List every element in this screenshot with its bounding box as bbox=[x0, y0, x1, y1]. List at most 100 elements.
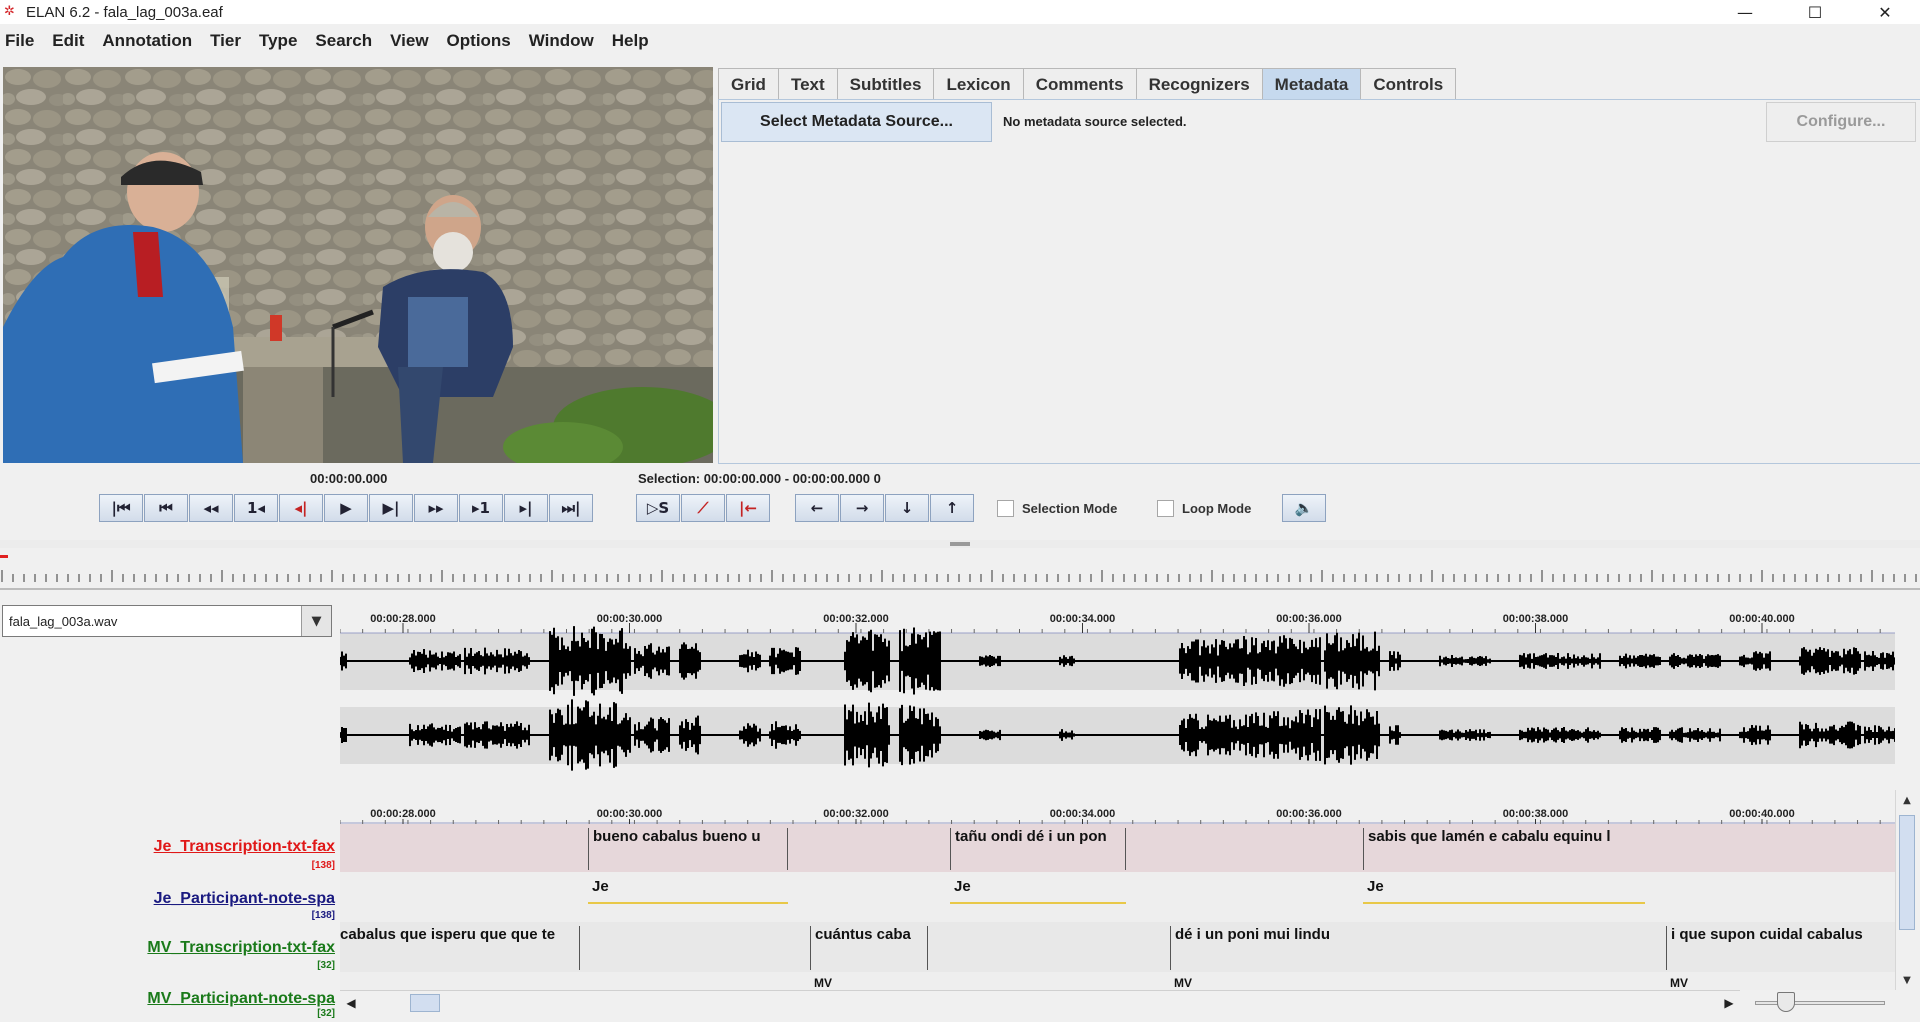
tier-label-mv-transcription[interactable]: MV_Transcription-txt-fax bbox=[147, 939, 335, 957]
select-metadata-source-button[interactable]: Select Metadata Source... bbox=[721, 102, 992, 142]
video-viewer[interactable] bbox=[3, 67, 713, 463]
tab-text[interactable]: Text bbox=[777, 68, 838, 100]
previous-annotation-icon[interactable]: ← bbox=[795, 494, 839, 522]
tab-strip: Grid Text Subtitles Lexicon Comments Rec… bbox=[718, 64, 1457, 100]
previous-scrollview-icon[interactable]: ⏮ bbox=[144, 494, 188, 522]
annotation[interactable]: MV bbox=[1170, 976, 1370, 990]
ruler-label: 00:00:38.000 bbox=[1503, 808, 1568, 820]
menu-file[interactable]: File bbox=[0, 31, 40, 51]
annotation[interactable]: Je bbox=[588, 878, 788, 904]
menu-help[interactable]: Help bbox=[606, 31, 655, 51]
next-frame-icon[interactable]: ▸▸ bbox=[414, 494, 458, 522]
scroll-down-icon[interactable]: ▼ bbox=[1899, 972, 1915, 988]
overview-ruler[interactable] bbox=[0, 566, 1920, 590]
minimize-icon[interactable]: — bbox=[1710, 0, 1780, 24]
ruler-label: 00:00:32.000 bbox=[823, 808, 888, 820]
menu-type[interactable]: Type bbox=[253, 31, 303, 51]
menu-view[interactable]: View bbox=[384, 31, 434, 51]
go-to-begin-icon[interactable]: |⏮ bbox=[99, 494, 143, 522]
configure-button[interactable]: Configure... bbox=[1766, 102, 1916, 142]
maximize-icon[interactable]: ☐ bbox=[1780, 0, 1850, 24]
splitter-grip[interactable] bbox=[950, 542, 970, 546]
previous-frame-icon[interactable]: 1◂ bbox=[234, 494, 278, 522]
zoom-slider[interactable] bbox=[1755, 990, 1885, 1014]
previous-second-icon[interactable]: ◂◂ bbox=[189, 494, 233, 522]
annotation[interactable]: bueno cabalus bueno u bbox=[588, 828, 788, 870]
selection-display: Selection: 00:00:00.000 - 00:00:00.000 0 bbox=[638, 471, 881, 486]
zoom-knob[interactable] bbox=[1777, 992, 1795, 1012]
next-pixel-icon[interactable]: ▶| bbox=[369, 494, 413, 522]
tab-metadata[interactable]: Metadata bbox=[1261, 68, 1362, 100]
annotation[interactable]: MV bbox=[1666, 976, 1895, 990]
tier-label-je-participant[interactable]: Je_Participant-note-spa bbox=[154, 890, 335, 908]
splitter[interactable] bbox=[0, 540, 1920, 548]
menu-search[interactable]: Search bbox=[309, 31, 378, 51]
tier-count: [32] bbox=[317, 960, 335, 971]
annotation[interactable]: sabis que lamén e cabalu equinu l bbox=[1363, 828, 1645, 870]
annotation[interactable]: dé i un poni mui lindu bbox=[1170, 926, 1370, 970]
tier-label-mv-participant[interactable]: MV_Participant-note-spa bbox=[147, 990, 335, 1008]
annotation[interactable]: cuántus caba bbox=[810, 926, 928, 970]
go-to-end-icon[interactable]: ⏭| bbox=[549, 494, 593, 522]
zoom-track[interactable] bbox=[1755, 1001, 1885, 1005]
tier-row-je-participant[interactable]: Je Je Je bbox=[340, 872, 1895, 922]
tier-down-icon[interactable]: ↓ bbox=[885, 494, 929, 522]
annotation[interactable]: MV bbox=[810, 976, 928, 990]
play-icon[interactable]: ▶ bbox=[324, 494, 368, 522]
tier-up-icon[interactable]: ↑ bbox=[930, 494, 974, 522]
tier-row-mv-participant[interactable]: MV MV MV bbox=[340, 972, 1895, 990]
menu-annotation[interactable]: Annotation bbox=[96, 31, 198, 51]
volume-icon[interactable]: 🔈 bbox=[1282, 494, 1326, 522]
chevron-down-icon[interactable]: ▼ bbox=[301, 606, 331, 636]
timeline-horizontal-scrollbar[interactable]: ◀ ▶ bbox=[340, 990, 1740, 1014]
annotation-navigation: ← → ↓ ↑ bbox=[795, 494, 975, 522]
timeline-vertical-scrollbar[interactable]: ▲ ▼ bbox=[1895, 790, 1917, 990]
selection-boundary-icon[interactable]: |← bbox=[726, 494, 770, 522]
tab-grid[interactable]: Grid bbox=[718, 68, 779, 100]
loop-mode-checkbox[interactable] bbox=[1157, 500, 1174, 517]
viewer-tabs: Grid Text Subtitles Lexicon Comments Rec… bbox=[718, 64, 1920, 464]
scroll-right-icon[interactable]: ▶ bbox=[1720, 993, 1738, 1013]
tier-label-je-transcription[interactable]: Je_Transcription-txt-fax bbox=[154, 838, 335, 856]
elan-window: ✲ ELAN 6.2 - fala_lag_003a.eaf — ☐ ✕ Fil… bbox=[0, 0, 1920, 1022]
playback-controls: |⏮ ⏮ ◂◂ 1◂ ◂| ▶ ▶| ▸▸ ▸1 ▸| ⏭| bbox=[99, 494, 594, 522]
window-title: ELAN 6.2 - fala_lag_003a.eaf bbox=[26, 3, 223, 21]
tab-comments[interactable]: Comments bbox=[1022, 68, 1137, 100]
scroll-left-icon[interactable]: ◀ bbox=[342, 993, 360, 1013]
next-scrollview-icon[interactable]: ▸| bbox=[504, 494, 548, 522]
crosshair-marker bbox=[0, 555, 8, 558]
menu-options[interactable]: Options bbox=[441, 31, 517, 51]
previous-pixel-icon[interactable]: ◂| bbox=[279, 494, 323, 522]
tab-controls[interactable]: Controls bbox=[1360, 68, 1457, 100]
annotation[interactable]: tañu ondi dé i un pon bbox=[950, 828, 1126, 870]
selection-mode-checkbox[interactable] bbox=[997, 500, 1014, 517]
selection-mode-toggle[interactable]: Selection Mode bbox=[997, 500, 1117, 517]
next-annotation-icon[interactable]: → bbox=[840, 494, 884, 522]
selection-mode-label: Selection Mode bbox=[1022, 501, 1118, 516]
tab-lexicon[interactable]: Lexicon bbox=[933, 68, 1024, 100]
loop-mode-toggle[interactable]: Loop Mode bbox=[1157, 500, 1251, 517]
scroll-up-icon[interactable]: ▲ bbox=[1899, 792, 1915, 808]
tier-row-je-transcription[interactable]: bueno cabalus bueno u tañu ondi dé i un … bbox=[340, 824, 1895, 872]
timeline-ruler[interactable]: 00:00:28.000 00:00:30.000 00:00:32.000 00:0… bbox=[340, 798, 1895, 824]
waveform-viewer[interactable]: 00:00:28.000 00:00:30.000 00:00:32.000 00:0… bbox=[340, 603, 1895, 778]
menu-tier[interactable]: Tier bbox=[204, 31, 247, 51]
window-controls: — ☐ ✕ bbox=[1710, 0, 1920, 24]
clear-selection-icon[interactable]: ⟋ bbox=[681, 494, 725, 522]
tier-row-mv-transcription[interactable]: cabalus que isperu que que te cuántus ca… bbox=[340, 922, 1895, 972]
menu-window[interactable]: Window bbox=[523, 31, 600, 51]
tab-recognizers[interactable]: Recognizers bbox=[1135, 68, 1263, 100]
play-selection-icon[interactable]: ▷S bbox=[636, 494, 680, 522]
close-icon[interactable]: ✕ bbox=[1850, 0, 1920, 24]
annotation[interactable]: cabalus que isperu que que te bbox=[340, 926, 580, 970]
waveform-burst bbox=[979, 655, 1001, 667]
next-second-icon[interactable]: ▸1 bbox=[459, 494, 503, 522]
tab-subtitles[interactable]: Subtitles bbox=[836, 68, 935, 100]
scrollbar-thumb[interactable] bbox=[1899, 815, 1915, 930]
media-file-select[interactable]: fala_lag_003a.wav ▼ bbox=[2, 605, 332, 637]
annotation[interactable]: Je bbox=[1363, 878, 1645, 904]
annotation[interactable]: i que supon cuidal cabalus bbox=[1666, 926, 1895, 970]
menu-edit[interactable]: Edit bbox=[46, 31, 90, 51]
scrollbar-thumb[interactable] bbox=[410, 994, 440, 1012]
annotation[interactable]: Je bbox=[950, 878, 1126, 904]
